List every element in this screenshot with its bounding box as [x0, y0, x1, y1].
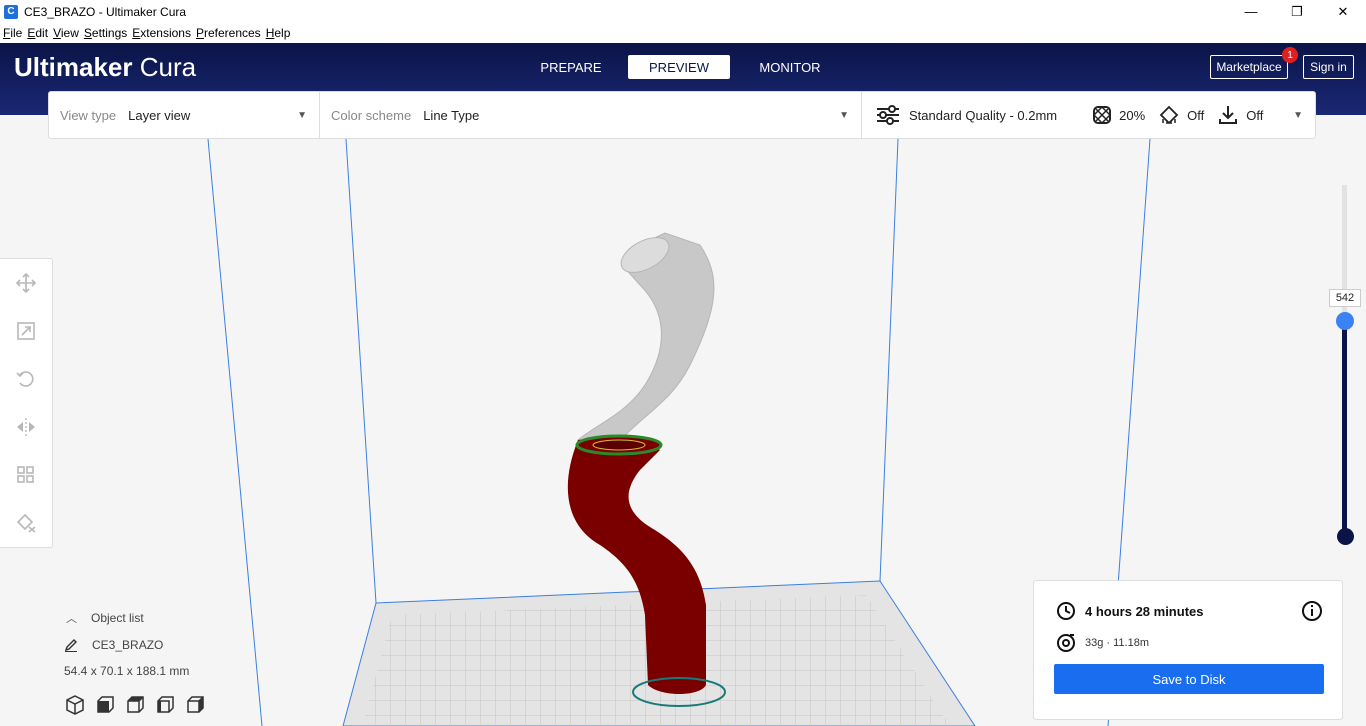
- menu-file[interactable]: File: [3, 26, 22, 40]
- pencil-icon: [64, 639, 77, 652]
- object-dimensions: 54.4 x 70.1 x 188.1 mm: [64, 664, 190, 678]
- marketplace-button[interactable]: Marketplace: [1210, 55, 1288, 79]
- material-row: 33g · 11.18m: [1056, 633, 1149, 653]
- infill-value: 20%: [1119, 107, 1146, 123]
- chevron-up-icon: ︿: [66, 613, 77, 625]
- color-scheme-label: Color scheme: [331, 107, 412, 123]
- menu-edit[interactable]: Edit: [27, 26, 48, 40]
- material-usage: 33g · 11.18m: [1085, 637, 1150, 649]
- support-icon: [1159, 105, 1179, 125]
- move-icon: [16, 273, 36, 293]
- clock-icon: [1057, 602, 1075, 620]
- menu-settings[interactable]: Settings: [84, 26, 127, 40]
- support-blocker-icon: [16, 513, 36, 533]
- per-model-settings-button[interactable]: [0, 451, 52, 499]
- view-3d-icon[interactable]: [64, 694, 86, 716]
- object-name-row[interactable]: CE3_BRAZO: [64, 638, 264, 652]
- restore-button[interactable]: ❐: [1274, 0, 1320, 23]
- filament-spool-icon: [1057, 634, 1075, 652]
- view-toolbar: View type Layer view ▼ Color scheme Line…: [48, 91, 1316, 139]
- print-settings-button[interactable]: Standard Quality - 0.2mm 20% Off Off ▼: [862, 92, 1315, 138]
- settings-sliders-icon: [877, 105, 899, 125]
- menu-bar: File Edit View Settings Extensions Prefe…: [0, 23, 1366, 43]
- menu-extensions[interactable]: Extensions: [132, 26, 191, 40]
- infill-icon: [1093, 106, 1112, 124]
- cura-app-icon: C: [4, 4, 18, 19]
- object-list-toggle[interactable]: ︿ Object list: [66, 610, 264, 626]
- mirror-tool-button[interactable]: [0, 403, 52, 451]
- save-to-disk-button[interactable]: Save to Disk: [1054, 664, 1324, 694]
- view-type-value: Layer view: [128, 107, 191, 123]
- rotate-tool-button[interactable]: [0, 355, 52, 403]
- minimize-button[interactable]: —: [1228, 0, 1274, 23]
- quality-profile: Standard Quality - 0.2mm: [909, 107, 1058, 123]
- view-front-icon[interactable]: [94, 694, 116, 716]
- rotate-icon: [16, 371, 34, 387]
- build-volume-edge: [879, 138, 899, 582]
- close-button[interactable]: ✕: [1320, 0, 1366, 23]
- view-type-dropdown[interactable]: View type Layer view ▼: [49, 92, 319, 138]
- view-left-icon[interactable]: [154, 694, 176, 716]
- build-volume-edge: [345, 138, 377, 604]
- scale-tool-button[interactable]: [0, 307, 52, 355]
- logo-bold: Ultimaker: [14, 52, 133, 82]
- tab-prepare[interactable]: PREPARE: [528, 55, 614, 79]
- info-icon[interactable]: [1301, 600, 1323, 622]
- current-layer-inner: [592, 439, 646, 451]
- support-blocker-button[interactable]: [0, 499, 52, 547]
- print-time: 4 hours 28 minutes: [1085, 603, 1204, 619]
- support-value: Off: [1187, 107, 1205, 123]
- print-time-row: 4 hours 28 minutes: [1056, 601, 1203, 621]
- scale-icon: [17, 322, 35, 340]
- logo-light: Cura: [139, 52, 197, 82]
- layer-slider-graphic: [1342, 185, 1347, 537]
- window-title: CE3_BRAZO - Ultimaker Cura: [24, 4, 187, 19]
- adhesion-icon: [1219, 106, 1238, 124]
- tab-monitor[interactable]: MONITOR: [742, 55, 838, 79]
- print-info-panel: 4 hours 28 minutes 33g · 11.18m Save to …: [1033, 580, 1343, 720]
- window-titlebar: C CE3_BRAZO - Ultimaker Cura — ❐ ✕: [0, 0, 1366, 23]
- layer-slider-lower-handle[interactable]: [1337, 528, 1354, 545]
- chevron-down-icon: ▼: [1293, 109, 1303, 121]
- object-list-panel: ︿ Object list CE3_BRAZO 54.4 x 70.1 x 18…: [64, 610, 264, 716]
- ultimaker-cura-logo: Ultimaker Cura: [14, 52, 196, 83]
- mirror-icon: [17, 418, 35, 436]
- menu-view[interactable]: View: [53, 26, 79, 40]
- layer-slider[interactable]: [1342, 185, 1347, 540]
- adhesion-value: Off: [1246, 107, 1264, 123]
- view-type-label: View type: [60, 107, 117, 123]
- chevron-down-icon: ▼: [297, 109, 307, 121]
- sign-in-button[interactable]: Sign in: [1303, 55, 1354, 79]
- move-tool-button[interactable]: [0, 259, 52, 307]
- marketplace-notification-badge: 1: [1282, 47, 1298, 63]
- object-name: CE3_BRAZO: [92, 638, 164, 652]
- color-scheme-value: Line Type: [423, 107, 480, 123]
- tab-preview[interactable]: PREVIEW: [628, 55, 730, 79]
- chevron-down-icon: ▼: [839, 109, 849, 121]
- menu-help[interactable]: Help: [266, 26, 291, 40]
- per-model-settings-icon: [17, 466, 34, 483]
- layer-slider-upper-handle[interactable]: [1336, 312, 1354, 330]
- camera-view-buttons: [64, 694, 264, 716]
- stage-tabs: PREPARE PREVIEW MONITOR: [528, 55, 838, 79]
- layer-number-input[interactable]: 542: [1329, 289, 1361, 307]
- menu-preferences[interactable]: Preferences: [196, 26, 261, 40]
- view-right-icon[interactable]: [184, 694, 206, 716]
- transform-tool-panel: [0, 258, 53, 548]
- view-top-icon[interactable]: [124, 694, 146, 716]
- object-list-title: Object list: [91, 611, 144, 625]
- color-scheme-dropdown[interactable]: Color scheme Line Type ▼: [320, 92, 861, 138]
